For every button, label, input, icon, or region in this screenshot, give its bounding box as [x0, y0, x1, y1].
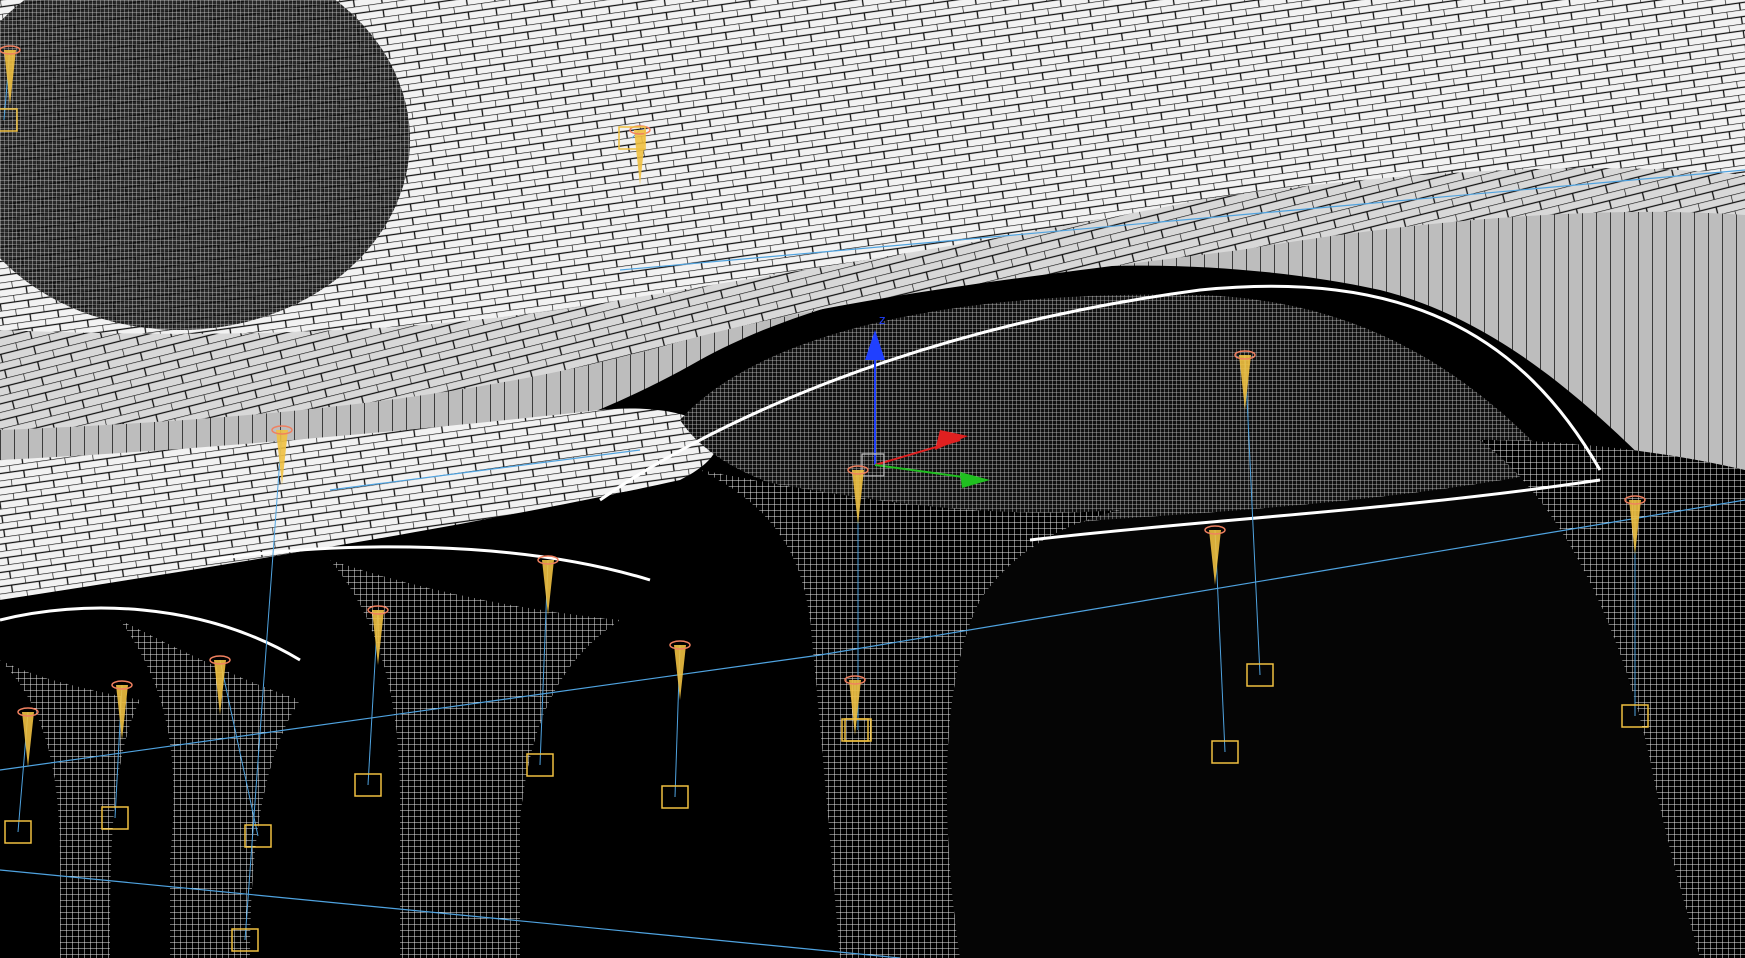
spot-light-icon[interactable] — [674, 645, 686, 700]
3d-viewport[interactable]: z — [0, 0, 1745, 958]
spot-light-5[interactable] — [661, 640, 691, 809]
spot-light-icon[interactable] — [542, 560, 554, 615]
z-axis-label: z — [879, 313, 885, 327]
wireframe-scene[interactable]: z — [0, 0, 1745, 958]
spot-light-9[interactable] — [4, 707, 39, 844]
